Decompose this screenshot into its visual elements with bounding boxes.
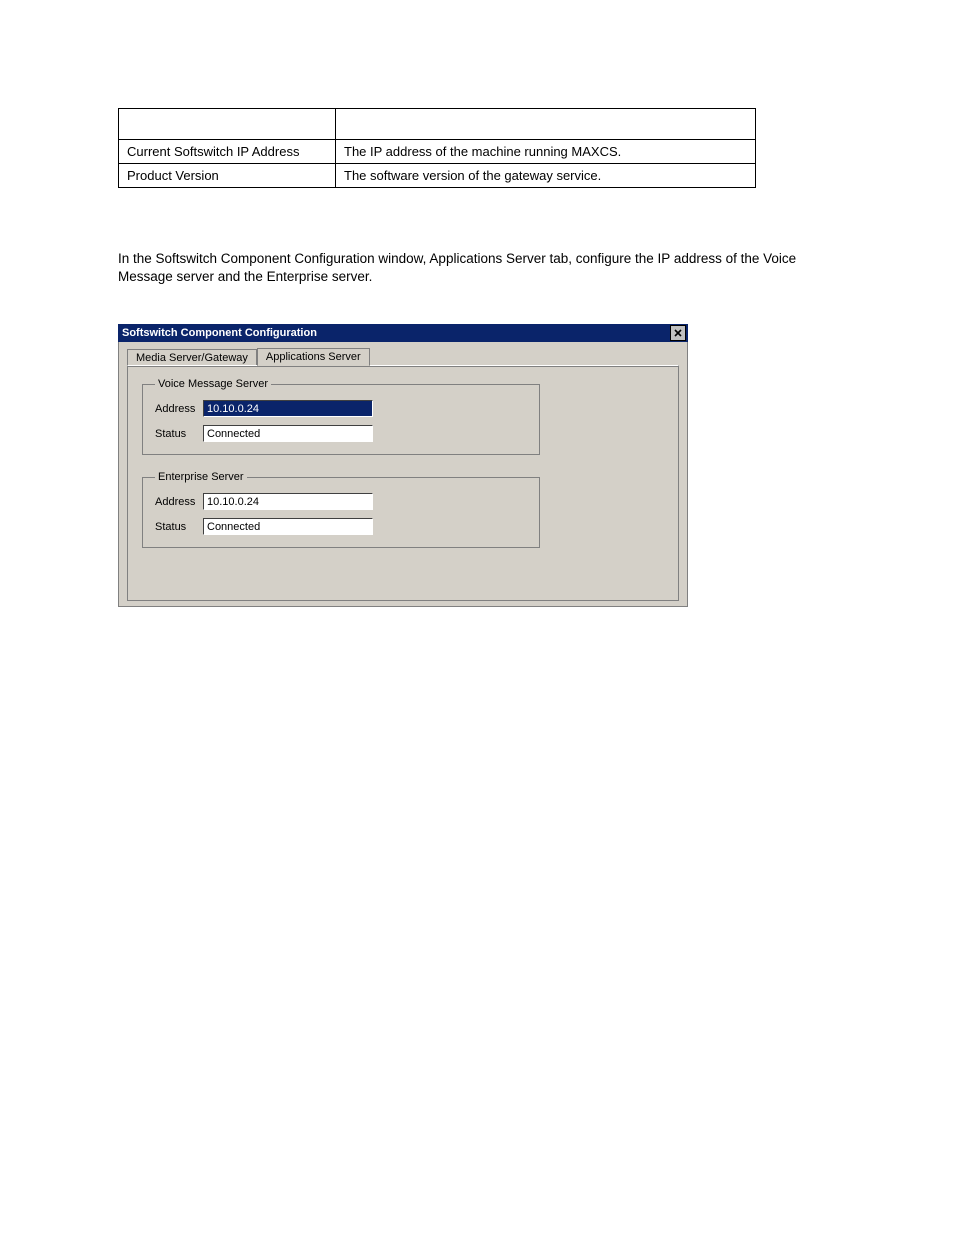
enterprise-address-label: Address xyxy=(155,496,203,508)
tab-applications-server[interactable]: Applications Server xyxy=(257,348,370,366)
enterprise-group-legend: Enterprise Server xyxy=(155,471,247,483)
table-cell-label: Current Softswitch IP Address xyxy=(119,140,336,164)
voice-group-legend: Voice Message Server xyxy=(155,378,271,390)
voice-status-label: Status xyxy=(155,428,203,440)
table-row: Product Version The software version of … xyxy=(119,164,756,188)
info-table: Current Softswitch IP Address The IP add… xyxy=(118,108,756,188)
instruction-text: In the Softswitch Component Configuratio… xyxy=(118,250,826,286)
table-row: Current Softswitch IP Address The IP add… xyxy=(119,140,756,164)
voice-address-label: Address xyxy=(155,403,203,415)
enterprise-server-group: Enterprise Server Address Status Connect… xyxy=(142,471,540,548)
enterprise-status-label: Status xyxy=(155,521,203,533)
voice-status-field: Connected xyxy=(203,425,373,442)
table-header-cell xyxy=(119,109,336,140)
close-icon[interactable] xyxy=(670,325,686,341)
enterprise-status-field: Connected xyxy=(203,518,373,535)
config-window: Softswitch Component Configuration Media… xyxy=(118,324,688,607)
table-header-cell xyxy=(336,109,756,140)
enterprise-address-input[interactable] xyxy=(203,493,373,510)
tab-panel-applications-server: Voice Message Server Address Status Conn… xyxy=(127,365,679,601)
voice-message-server-group: Voice Message Server Address Status Conn… xyxy=(142,378,540,455)
table-cell-desc: The IP address of the machine running MA… xyxy=(336,140,756,164)
voice-address-input[interactable] xyxy=(203,400,373,417)
table-cell-desc: The software version of the gateway serv… xyxy=(336,164,756,188)
tab-strip: Media Server/Gateway Applications Server xyxy=(127,348,679,366)
window-titlebar: Softswitch Component Configuration xyxy=(118,324,688,342)
voice-address-input-field[interactable] xyxy=(207,403,369,415)
table-cell-label: Product Version xyxy=(119,164,336,188)
window-title: Softswitch Component Configuration xyxy=(122,327,317,339)
enterprise-address-input-field[interactable] xyxy=(207,496,369,508)
